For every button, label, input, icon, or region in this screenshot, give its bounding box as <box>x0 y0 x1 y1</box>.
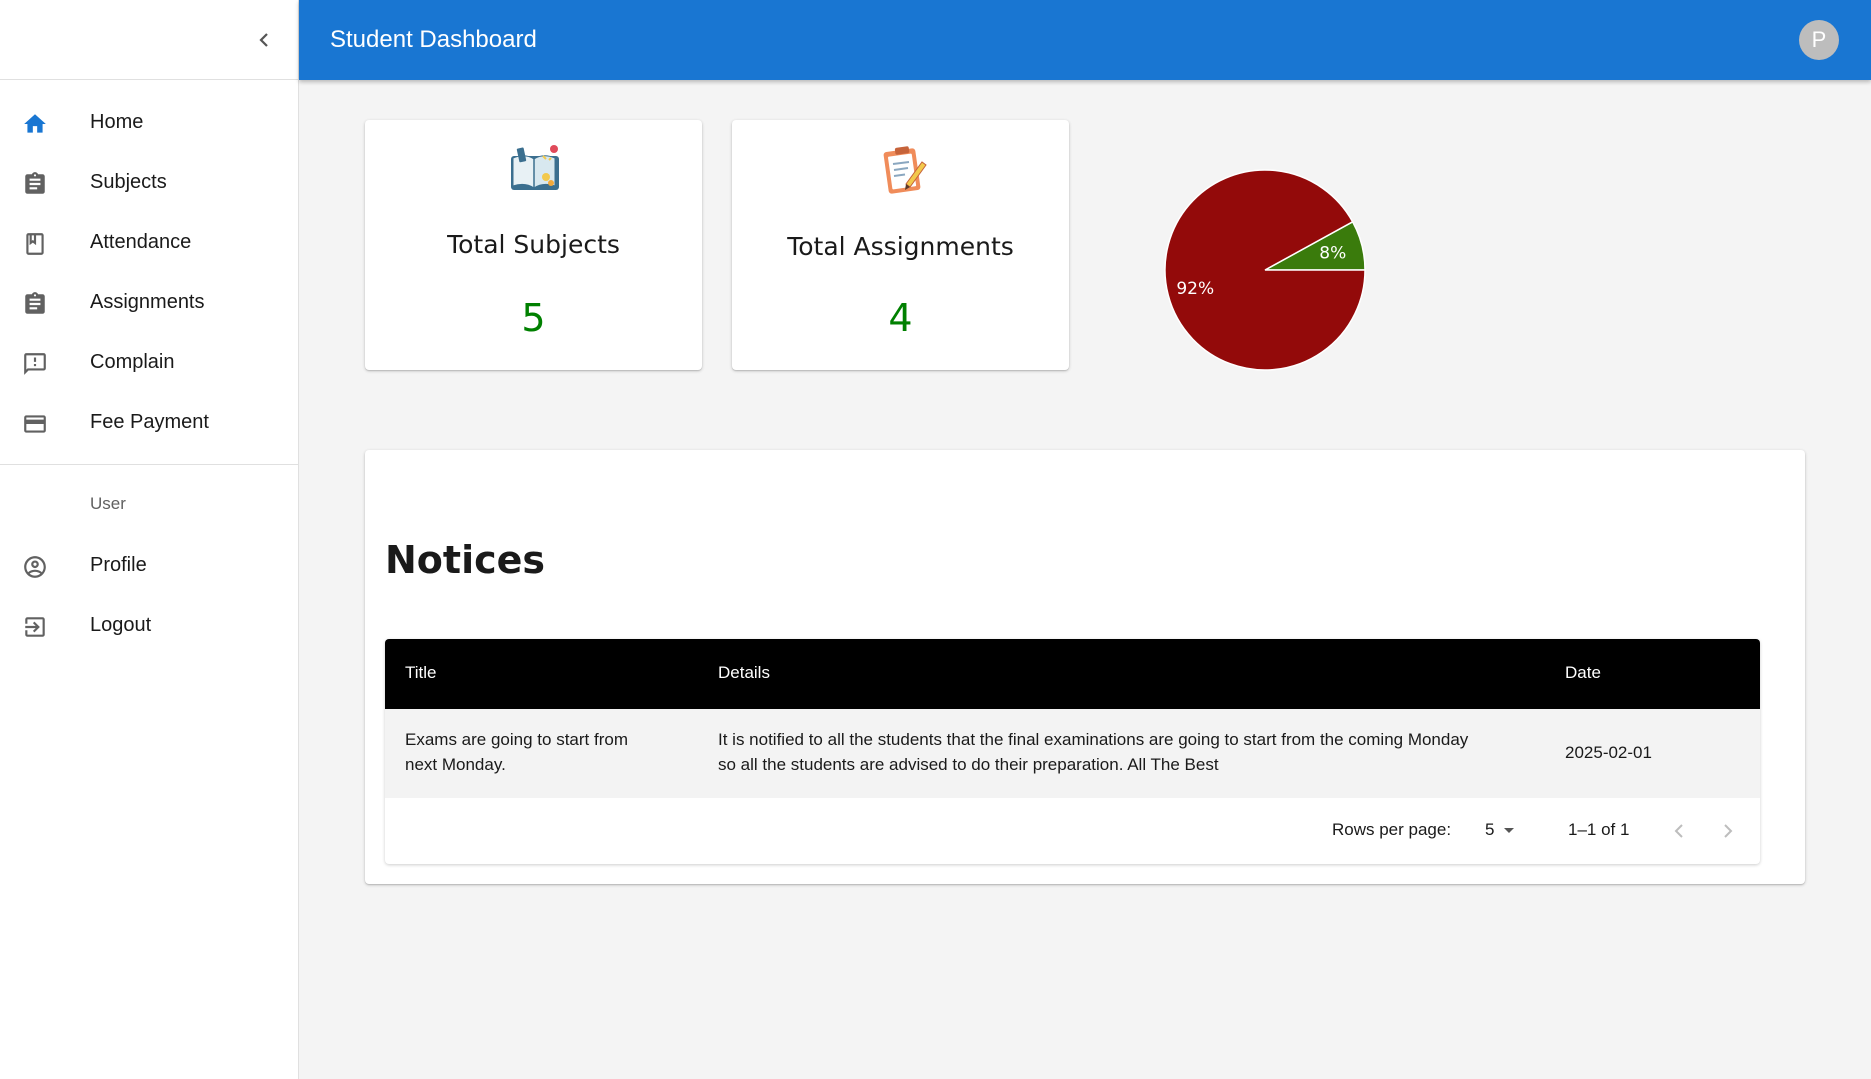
sidebar-item-attendance[interactable]: Attendance <box>0 212 298 272</box>
dropdown-arrow-icon <box>1504 828 1515 833</box>
sidebar-item-label: Assignments <box>90 290 205 313</box>
sidebar-item-profile[interactable]: Profile <box>0 535 298 595</box>
sidebar-item-label: Subjects <box>90 170 167 193</box>
column-header-date[interactable]: Date <box>1565 663 1601 683</box>
logout-icon <box>21 613 49 641</box>
card-value: 4 <box>888 296 913 340</box>
card-title: Total Assignments <box>787 232 1014 261</box>
sidebar-item-logout[interactable]: Logout <box>0 595 298 655</box>
sidebar-item-label: Profile <box>90 553 147 576</box>
app-bar: Student Dashboard P <box>299 0 1871 80</box>
bookmark-icon <box>21 230 49 258</box>
rows-per-page-label: Rows per page: <box>1332 820 1452 839</box>
sidebar-nav: Home Subjects Attendance Assignments Com… <box>0 80 298 452</box>
open-book-icon <box>510 145 559 190</box>
sidebar: Home Subjects Attendance Assignments Com… <box>0 0 299 1079</box>
home-icon <box>21 110 49 138</box>
notice-title-line: next Monday. <box>405 755 506 774</box>
page-title: Student Dashboard <box>330 26 537 53</box>
clipboard-icon <box>21 170 49 198</box>
sidebar-section-header: User <box>90 494 126 513</box>
sidebar-item-fee-payment[interactable]: Fee Payment <box>0 392 298 452</box>
sidebar-item-subjects[interactable]: Subjects <box>0 152 298 212</box>
next-page-button[interactable] <box>1715 818 1741 844</box>
notice-details-line: so all the students are advised to do th… <box>718 755 1219 774</box>
chevron-right-icon <box>1724 824 1733 838</box>
sidebar-header <box>0 0 298 80</box>
notices-table: Title Details Date Exams are going to st… <box>385 639 1760 864</box>
attendance-pie-chart: 8% 92% <box>1160 165 1370 375</box>
clipboard-icon <box>21 290 49 318</box>
clipboard-pencil-icon <box>883 146 927 194</box>
table-header: Title Details Date <box>385 639 1760 709</box>
page-range: 1–1 of 1 <box>1568 820 1630 839</box>
notice-title-line: Exams are going to start from <box>405 730 628 749</box>
column-header-title[interactable]: Title <box>405 663 437 683</box>
feedback-icon <box>21 350 49 378</box>
notices-heading: Notices <box>385 538 546 582</box>
rows-per-page-value: 5 <box>1485 820 1495 839</box>
card-value: 5 <box>521 296 546 340</box>
pie-slice-label: 8% <box>1319 244 1346 264</box>
collapse-sidebar-button[interactable] <box>250 25 278 55</box>
sidebar-item-complain[interactable]: Complain <box>0 332 298 392</box>
account-circle-icon <box>21 553 49 581</box>
sidebar-item-label: Complain <box>90 350 175 373</box>
avatar[interactable]: P <box>1799 20 1839 60</box>
column-header-details[interactable]: Details <box>718 663 770 683</box>
table-row[interactable]: Exams are going to start from next Monda… <box>385 709 1760 798</box>
table-pagination: Rows per page: 5 1–1 of 1 <box>385 798 1760 864</box>
sidebar-item-label: Attendance <box>90 230 192 253</box>
total-assignments-card: Total Assignments 4 <box>732 120 1069 370</box>
pie-slice[interactable] <box>1164 169 1366 371</box>
notice-date-cell: 2025-02-01 <box>1565 743 1652 762</box>
notices-panel: Notices Title Details Date Exams are goi… <box>365 450 1805 884</box>
notice-details-line: It is notified to all the students that … <box>718 730 1469 749</box>
sidebar-item-assignments[interactable]: Assignments <box>0 272 298 332</box>
card-title: Total Subjects <box>447 230 620 259</box>
chevron-left-icon <box>1674 824 1683 838</box>
notice-details-cell: It is notified to all the students that … <box>718 727 1468 777</box>
credit-card-icon <box>21 410 49 438</box>
sidebar-item-home[interactable]: Home <box>0 92 298 152</box>
notice-title-cell: Exams are going to start from next Monda… <box>405 727 628 777</box>
pie-slice-label: 92% <box>1176 279 1214 299</box>
chevron-left-icon <box>259 33 268 47</box>
rows-per-page-select[interactable]: 5 <box>1485 820 1516 840</box>
previous-page-button[interactable] <box>1666 818 1692 844</box>
sidebar-item-label: Home <box>90 110 144 133</box>
sidebar-item-label: Fee Payment <box>90 410 209 433</box>
total-subjects-card: Total Subjects 5 <box>365 120 702 370</box>
sidebar-item-label: Logout <box>90 613 152 636</box>
